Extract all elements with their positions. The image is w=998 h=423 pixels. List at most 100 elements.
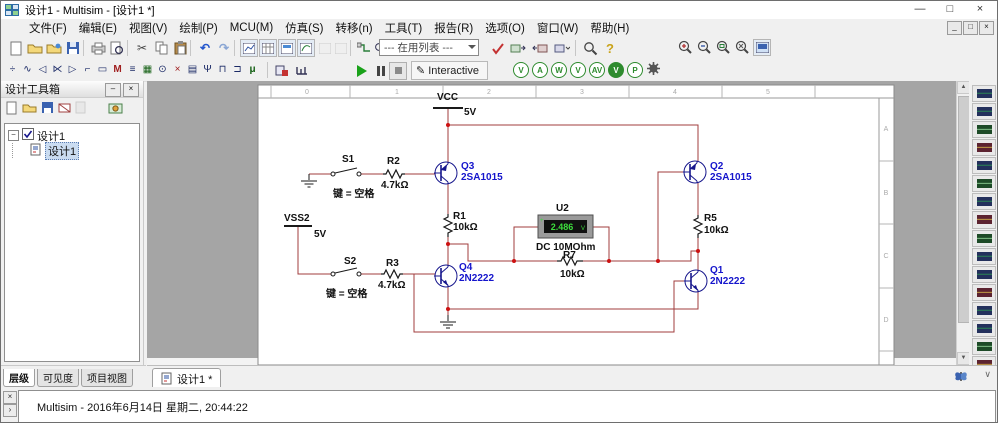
- function-generator-icon[interactable]: [972, 103, 996, 120]
- place-misc-icon[interactable]: ×: [170, 61, 185, 78]
- word-generator-icon[interactable]: [972, 211, 996, 228]
- stop-simulation-button[interactable]: [389, 62, 407, 80]
- tree-collapse-icon[interactable]: −: [8, 130, 19, 141]
- place-connector-icon[interactable]: ⊐: [230, 61, 245, 78]
- digital-probe-icon[interactable]: V: [608, 62, 624, 78]
- pane-close-icon[interactable]: ×: [3, 391, 17, 404]
- redo-icon[interactable]: ↷: [215, 39, 233, 57]
- export-ultiboard-icon[interactable]: [509, 39, 527, 57]
- menu-options[interactable]: 选项(O): [479, 19, 531, 37]
- four-channel-oscilloscope-icon[interactable]: [972, 157, 996, 174]
- save-icon[interactable]: [64, 39, 82, 57]
- export-dropdown-icon[interactable]: [553, 39, 571, 57]
- menu-file[interactable]: 文件(F): [23, 19, 73, 37]
- menu-help[interactable]: 帮助(H): [584, 19, 635, 37]
- tab-visibility[interactable]: 可见度: [37, 369, 79, 387]
- place-indicator-icon[interactable]: ▦: [140, 61, 155, 78]
- view-toggle-6[interactable]: [332, 39, 350, 57]
- oscilloscope-icon[interactable]: [972, 139, 996, 156]
- pause-simulation-button[interactable]: [377, 66, 385, 76]
- schematic-canvas[interactable]: 01 23 45 AB CD: [147, 81, 956, 365]
- toolbox-open-icon[interactable]: [22, 102, 37, 116]
- open-sample-icon[interactable]: [45, 39, 63, 57]
- bode-plotter-icon[interactable]: [972, 175, 996, 192]
- voltage-current-probe-icon[interactable]: AV: [589, 62, 605, 78]
- undo-icon[interactable]: ↶: [196, 39, 214, 57]
- spectrum-analyzer-icon[interactable]: [972, 302, 996, 319]
- mdi-restore-button[interactable]: □: [963, 21, 978, 35]
- interactive-simulation-button[interactable]: ✎ Interactive: [411, 61, 488, 80]
- distortion-analyzer-icon[interactable]: [972, 284, 996, 301]
- toolbox-close-sheet-icon[interactable]: [58, 102, 71, 116]
- zoom-out-icon[interactable]: [696, 39, 712, 58]
- toolbox-new-icon[interactable]: [6, 101, 18, 118]
- toolbox-disabled-icon[interactable]: [75, 101, 86, 117]
- design-checkbox-icon[interactable]: [22, 128, 34, 143]
- menu-window[interactable]: 窗口(W): [531, 19, 585, 37]
- menu-transfer[interactable]: 转移(n): [330, 19, 379, 37]
- virtual-wire-icon[interactable]: [355, 39, 373, 57]
- new-file-icon[interactable]: [7, 39, 25, 57]
- place-mcu-icon[interactable]: μ: [245, 61, 260, 78]
- menu-tools[interactable]: 工具(T): [379, 19, 429, 37]
- in-use-list-dropdown[interactable]: --- 在用列表 ---: [379, 39, 479, 56]
- place-mixed-icon[interactable]: ≡: [125, 61, 140, 78]
- toolbox-save-icon[interactable]: [41, 101, 54, 117]
- wattmeter-icon[interactable]: [972, 121, 996, 138]
- help-icon[interactable]: ?: [601, 39, 619, 57]
- maximize-button[interactable]: □: [935, 1, 965, 18]
- iv-analyzer-icon[interactable]: [972, 266, 996, 283]
- voltmeter-u2[interactable]: 2.486 + V: [538, 215, 593, 238]
- differential-voltage-probe-icon[interactable]: V: [570, 62, 586, 78]
- agilent-function-generator-icon[interactable]: [972, 338, 996, 355]
- toolbox-snapshot-icon[interactable]: [108, 101, 123, 117]
- tree-child-label[interactable]: 设计1: [45, 142, 79, 160]
- find-icon[interactable]: [581, 39, 599, 57]
- view-schematic-toggle[interactable]: [240, 39, 258, 57]
- panel-close-icon[interactable]: ×: [123, 83, 139, 97]
- place-electromech-icon[interactable]: ⊓: [215, 61, 230, 78]
- fullscreen-icon[interactable]: [753, 39, 771, 56]
- print-preview-icon[interactable]: [108, 39, 126, 57]
- erc-check-icon[interactable]: [489, 39, 507, 57]
- mdi-minimize-button[interactable]: _: [947, 21, 962, 35]
- print-icon[interactable]: [89, 39, 107, 57]
- close-button[interactable]: ×: [965, 1, 995, 18]
- place-basic-icon[interactable]: ∿: [20, 61, 35, 78]
- canvas-vertical-scrollbar[interactable]: ▲ ▼: [956, 81, 970, 365]
- view-spreadsheet-toggle[interactable]: [259, 39, 277, 57]
- parameter-probe-icon[interactable]: P: [627, 62, 643, 78]
- menu-view[interactable]: 视图(V): [123, 19, 173, 37]
- menu-place[interactable]: 绘制(P): [173, 19, 223, 37]
- zoom-area-icon[interactable]: [715, 39, 731, 58]
- cut-icon[interactable]: ✂: [133, 39, 151, 57]
- tree-child-row[interactable]: 设计1: [5, 143, 139, 158]
- place-diode-icon[interactable]: ◁: [35, 61, 50, 78]
- sheet-tab-design1[interactable]: 设计1 *: [152, 368, 221, 388]
- mdi-close-button[interactable]: ×: [979, 21, 994, 35]
- tab-overflow-chevron-icon[interactable]: ∨: [984, 369, 991, 380]
- zoom-in-icon[interactable]: [677, 39, 693, 58]
- probe-settings-gear-icon[interactable]: [646, 61, 661, 79]
- paste-icon[interactable]: [171, 39, 189, 57]
- minimize-button[interactable]: —: [905, 1, 935, 18]
- place-advanced-peripherals-icon[interactable]: ▤: [185, 61, 200, 78]
- power-probe-icon[interactable]: W: [551, 62, 567, 78]
- network-analyzer-icon[interactable]: [972, 320, 996, 337]
- logic-converter-icon[interactable]: [972, 230, 996, 247]
- pane-expand-icon[interactable]: ›: [3, 404, 17, 417]
- panel-pin-icon[interactable]: –: [105, 83, 121, 97]
- place-cmos-icon[interactable]: ▭: [95, 61, 110, 78]
- menu-mcu[interactable]: MCU(M): [224, 21, 279, 35]
- copy-icon[interactable]: [152, 39, 170, 57]
- place-ttl-icon[interactable]: ⌐: [80, 61, 95, 78]
- view-database-toggle[interactable]: [278, 39, 296, 57]
- hierarchical-block-icon[interactable]: [273, 61, 291, 79]
- zoom-fit-icon[interactable]: [734, 39, 750, 58]
- bus-icon[interactable]: [293, 61, 311, 79]
- menu-simulate[interactable]: 仿真(S): [279, 19, 329, 37]
- place-rf-icon[interactable]: Ψ: [200, 61, 215, 78]
- import-icon[interactable]: [531, 39, 549, 57]
- menu-reports[interactable]: 报告(R): [428, 19, 479, 37]
- open-file-icon[interactable]: [26, 39, 44, 57]
